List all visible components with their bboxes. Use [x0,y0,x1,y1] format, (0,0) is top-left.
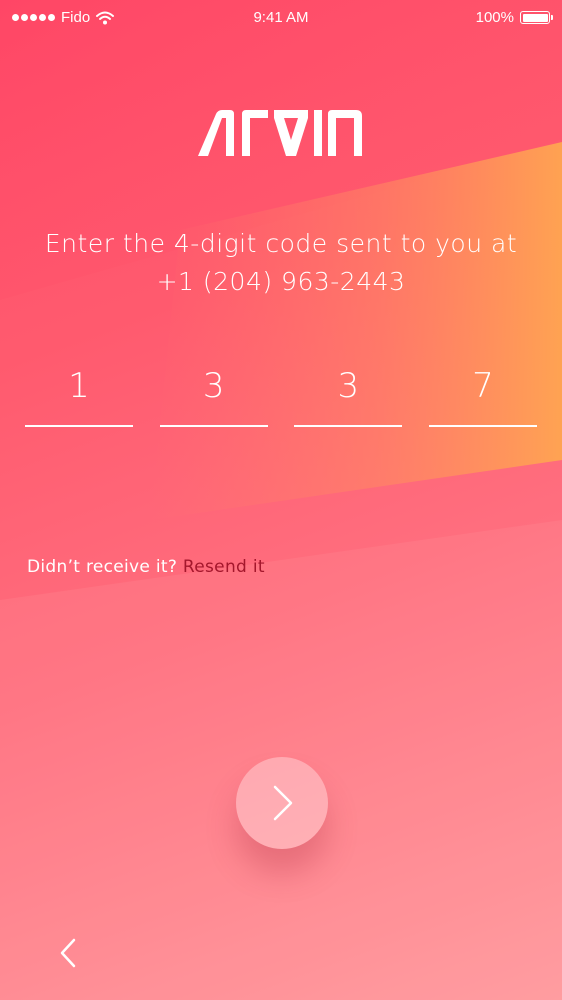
code-underline [159,425,268,427]
back-button[interactable] [54,936,84,970]
code-digit-1[interactable]: 1 [25,358,133,427]
resend-row: Didn’t receive it? Resend it [27,557,265,577]
code-digit-4[interactable]: 7 [428,358,537,427]
resend-question: Didn’t receive it? [27,557,178,577]
chevron-right-icon [273,785,293,821]
brand-logo [0,108,562,164]
code-digit-3[interactable]: 3 [294,358,403,427]
code-input-row: 1 3 3 7 [25,358,537,427]
prompt-text: Enter the 4-digit code sent to you at [44,229,518,258]
next-button[interactable] [236,757,328,849]
phone-number: +1 (204) 963-2443 [156,267,406,296]
battery-percentage: 100% [475,9,514,26]
code-underline [428,425,537,427]
chevron-left-icon [60,938,76,968]
code-digit-value: 3 [337,366,360,406]
battery-icon [520,11,553,24]
status-bar: Fido 9:41 AM 100% [0,0,562,36]
resend-link[interactable]: Resend it [183,557,265,577]
code-digit-value: 3 [202,366,225,406]
verification-prompt: Enter the 4-digit code sent to you at +1… [20,225,542,301]
logo-wordmark [198,110,362,156]
code-underline [25,425,133,427]
code-digit-2[interactable]: 3 [159,358,268,427]
code-digit-value: 7 [472,366,494,406]
code-underline [294,425,403,427]
status-right: 100% [475,9,553,26]
code-digit-value: 1 [68,366,90,406]
